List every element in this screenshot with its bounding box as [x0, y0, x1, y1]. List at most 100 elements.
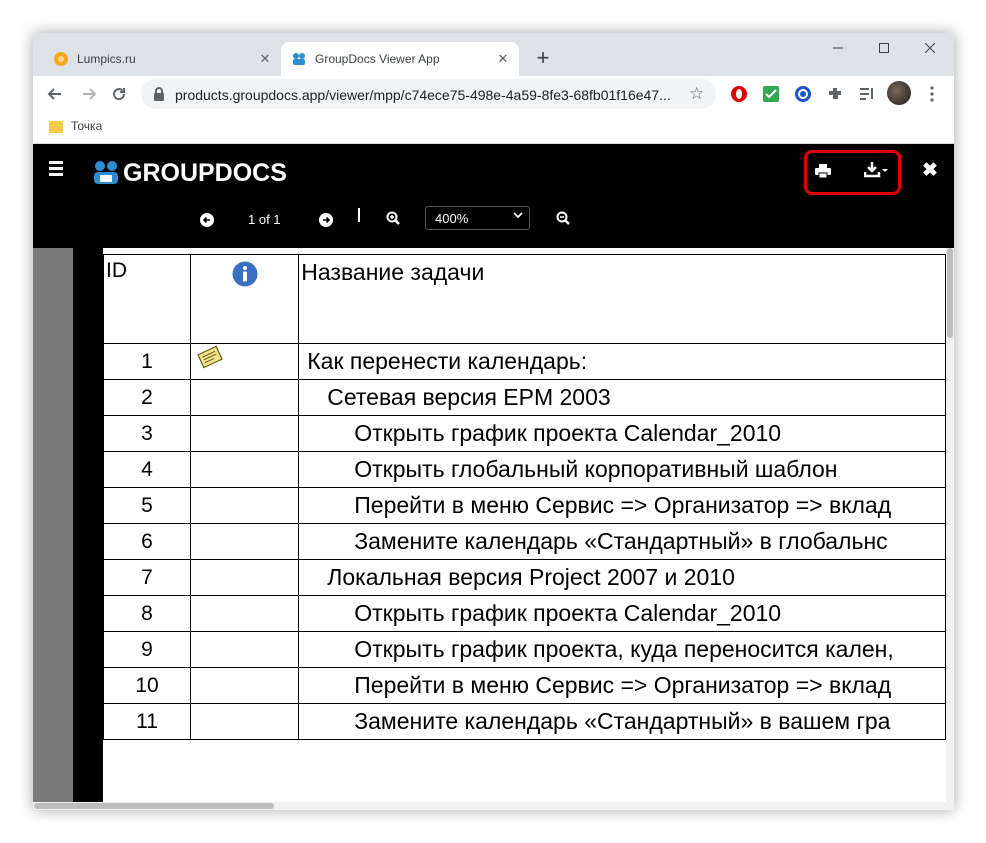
- forward-icon[interactable]: [75, 80, 103, 108]
- scrollbar-thumb[interactable]: [34, 803, 274, 809]
- url-text: products.groupdocs.app/viewer/mpp/c74ece…: [175, 87, 671, 103]
- zoom-select[interactable]: 400%: [425, 206, 530, 230]
- table-row: 1 Как перенести календарь:: [103, 343, 946, 380]
- table-header-row: ID Название задачи: [103, 254, 946, 344]
- row-id: 5: [103, 487, 191, 524]
- row-task-name: Локальная версия Project 2007 и 2010: [298, 559, 946, 596]
- row-id: 1: [103, 343, 191, 380]
- checkmark-extension-icon[interactable]: [762, 85, 780, 103]
- profile-avatar[interactable]: [887, 81, 911, 105]
- vertical-scrollbar[interactable]: [946, 248, 954, 802]
- lumpics-favicon-icon: [54, 52, 68, 66]
- row-task-name: Перейти в меню Сервис => Организатор => …: [298, 667, 946, 704]
- row-id: 4: [103, 451, 191, 488]
- row-id: 10: [103, 667, 191, 704]
- opera-extension-icon[interactable]: [730, 85, 748, 103]
- row-task-name: Перейти в меню Сервис => Организатор => …: [298, 487, 946, 524]
- bookmarks-bar: Точка: [33, 112, 954, 144]
- window-close-icon[interactable]: [907, 33, 953, 63]
- row-task-name: Замените календарь «Стандартный» в глоба…: [298, 523, 946, 560]
- folder-icon: [49, 121, 63, 133]
- task-table: ID Название задачи 1 Как перенести кален…: [103, 254, 946, 740]
- info-icon: [232, 261, 258, 287]
- prev-page-icon[interactable]: [200, 213, 214, 227]
- row-task-name: Открыть график проекта, куда переносится…: [298, 631, 946, 668]
- bookmark-item[interactable]: Точка: [71, 119, 102, 133]
- row-task-name: Сетевая версия EPM 2003: [298, 379, 946, 416]
- menu-more-icon[interactable]: [923, 85, 941, 103]
- bookmark-star-icon[interactable]: ☆: [689, 84, 704, 104]
- groupdocs-favicon-icon: [293, 53, 305, 65]
- tab-lumpics[interactable]: Lumpics.ru ✕: [43, 42, 281, 76]
- header-id: ID: [103, 254, 191, 344]
- row-id: 2: [103, 379, 191, 416]
- table-row: 10 Перейти в меню Сервис => Организатор …: [103, 667, 946, 704]
- minimize-icon[interactable]: [815, 33, 861, 63]
- row-task-name: Как перенести календарь:: [298, 343, 946, 380]
- row-info: [189, 523, 300, 560]
- viewer-header: GROUPDOCS ✖ 1 of 1 400%: [33, 144, 954, 248]
- browser-toolbar: products.groupdocs.app/viewer/mpp/c74ece…: [33, 76, 954, 112]
- logo-text: GROUPDOCS: [123, 159, 287, 187]
- document-viewport[interactable]: ID Название задачи 1 Как перенести кален…: [33, 248, 954, 810]
- row-info: [189, 703, 300, 740]
- tab-strip: Lumpics.ru ✕ GroupDocs Viewer App ✕ +: [33, 33, 954, 76]
- groupdocs-logo-icon: [94, 161, 118, 184]
- row-id: 9: [103, 631, 191, 668]
- new-tab-button[interactable]: +: [531, 47, 555, 71]
- chevron-down-icon: [513, 210, 523, 223]
- tab-title: GroupDocs Viewer App: [315, 52, 440, 66]
- hamburger-menu-icon[interactable]: [49, 161, 63, 179]
- row-id: 11: [103, 703, 191, 740]
- row-info: [189, 631, 300, 668]
- table-row: 4 Открыть глобальный корпоративный шабло…: [103, 451, 946, 488]
- tab-close-icon[interactable]: ✕: [493, 49, 513, 69]
- lock-icon: [154, 87, 164, 101]
- vpn-extension-icon[interactable]: [794, 85, 812, 103]
- puzzle-extensions-icon[interactable]: [826, 85, 844, 103]
- zoom-value: 400%: [435, 211, 469, 226]
- note-icon[interactable]: [196, 345, 224, 369]
- row-info: [189, 595, 300, 632]
- row-task-name: Открыть график проекта Calendar_2010: [298, 415, 946, 452]
- zoom-in-icon[interactable]: [385, 210, 401, 226]
- row-task-name: Открыть глобальный корпоративный шаблон: [298, 451, 946, 488]
- row-info: [189, 415, 300, 452]
- table-row: 11 Замените календарь «Стандартный» в ва…: [103, 703, 946, 740]
- page-counter: 1 of 1: [248, 212, 281, 227]
- back-icon[interactable]: [41, 80, 69, 108]
- document-page: ID Название задачи 1 Как перенести кален…: [103, 248, 946, 802]
- table-row: 6 Замените календарь «Стандартный» в гло…: [103, 523, 946, 560]
- header-info: [189, 254, 300, 344]
- row-id: 8: [103, 595, 191, 632]
- row-info: [189, 343, 300, 380]
- scrollbar-thumb[interactable]: [947, 248, 953, 338]
- row-id: 6: [103, 523, 191, 560]
- zoom-out-icon[interactable]: [555, 210, 571, 226]
- media-queue-icon[interactable]: [858, 85, 876, 103]
- page-navigation: 1 of 1 400%: [33, 204, 954, 240]
- maximize-icon[interactable]: [861, 33, 907, 63]
- header-task-name: Название задачи: [298, 254, 946, 344]
- reload-icon[interactable]: [105, 80, 133, 108]
- row-task-name: Открыть график проекта Calendar_2010: [298, 595, 946, 632]
- print-icon[interactable]: [814, 162, 832, 180]
- address-bar[interactable]: products.groupdocs.app/viewer/mpp/c74ece…: [141, 79, 716, 109]
- browser-window: Lumpics.ru ✕ GroupDocs Viewer App ✕ + pr…: [33, 33, 954, 810]
- next-page-icon[interactable]: [319, 213, 333, 227]
- row-info: [189, 559, 300, 596]
- row-info: [189, 379, 300, 416]
- table-row: 9 Открыть график проекта, куда переносит…: [103, 631, 946, 668]
- table-row: 7 Локальная версия Project 2007 и 2010: [103, 559, 946, 596]
- row-id: 7: [103, 559, 191, 596]
- viewer-close-icon[interactable]: ✖: [922, 159, 938, 182]
- tab-close-icon[interactable]: ✕: [255, 49, 275, 69]
- table-row: 2 Сетевая версия EPM 2003: [103, 379, 946, 416]
- row-id: 3: [103, 415, 191, 452]
- row-info: [189, 667, 300, 704]
- table-row: 3 Открыть график проекта Calendar_2010: [103, 415, 946, 452]
- download-icon[interactable]: [863, 161, 891, 179]
- toolbar-divider: [358, 208, 360, 222]
- horizontal-scrollbar[interactable]: [33, 802, 954, 810]
- tab-groupdocs[interactable]: GroupDocs Viewer App ✕: [281, 42, 519, 76]
